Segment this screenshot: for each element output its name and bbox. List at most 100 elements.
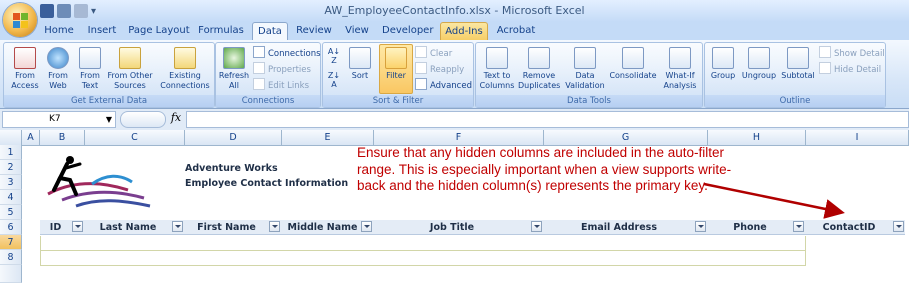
show-detail-icon [819,46,831,58]
sort-z-a-button[interactable]: Z↓ A [326,71,342,89]
remove-duplicates-label: Remove Duplicates [518,71,561,90]
from-access-button[interactable]: From Access [7,45,43,91]
advanced-filter-button[interactable]: Advanced [415,78,472,93]
filter-funnel-icon [385,47,407,69]
table-row[interactable] [40,251,806,266]
properties-label: Properties [268,65,311,75]
office-button[interactable] [3,3,37,37]
row-header-3[interactable]: 3 [0,175,22,190]
column-header-f[interactable]: F [374,130,544,145]
column-header-b[interactable]: B [40,130,85,145]
ungroup-button[interactable]: Ungroup [739,45,779,81]
row-header-2[interactable]: 2 [0,160,22,175]
office-logo-icon [13,13,20,20]
from-web-button[interactable]: From Web [42,45,74,91]
advanced-label: Advanced [430,81,472,91]
reapply-button[interactable]: Reapply [415,62,464,77]
header-cell-phone: Phone [708,220,806,235]
advanced-filter-icon [415,78,427,90]
column-header-i[interactable]: I [806,130,909,145]
column-header-c[interactable]: C [85,130,185,145]
tab-add-ins[interactable]: Add-Ins [440,22,488,41]
tab-view[interactable]: View [340,22,374,40]
text-to-columns-button[interactable]: Text to Columns [478,45,516,91]
header-label: Last Name [99,222,157,233]
tab-page-layout[interactable]: Page Layout [128,22,190,40]
existing-connections-button[interactable]: Existing Connections [159,45,211,91]
row-header-1[interactable]: 1 [0,145,22,160]
clear-filter-icon [415,46,427,58]
group-label: Connections [216,95,320,107]
consolidate-button[interactable]: Consolidate [608,45,658,81]
edit-links-button[interactable]: Edit Links [253,78,309,93]
properties-button[interactable]: Properties [253,62,311,77]
tab-acrobat[interactable]: Acrobat [494,22,538,40]
group-button[interactable]: Group [707,45,739,81]
filter-dropdown-icon[interactable] [531,221,542,232]
tab-insert[interactable]: Insert [82,22,122,40]
hide-detail-button[interactable]: Hide Detail [819,62,881,77]
refresh-all-button[interactable]: Refresh All [217,45,251,91]
filter-dropdown-icon[interactable] [361,221,372,232]
name-box[interactable]: K7 ▼ [2,111,116,128]
tab-data[interactable]: Data [252,22,288,41]
tab-review[interactable]: Review [294,22,334,40]
filter-dropdown-icon[interactable] [893,221,904,232]
subtotal-button[interactable]: Subtotal [779,45,817,81]
connections-button[interactable]: Connections [253,46,321,61]
row-header-4[interactable]: 4 [0,190,22,205]
select-all-corner[interactable] [0,130,22,145]
insert-function-icon[interactable]: fx [168,110,184,126]
row-header-5[interactable]: 5 [0,205,22,220]
group-label: Outline [705,95,885,107]
tab-developer[interactable]: Developer [382,22,433,40]
group-outline: Group Ungroup Subtotal Show Detail Hide … [704,42,886,108]
hide-detail-icon [819,62,831,74]
from-text-button[interactable]: From Text [74,45,106,91]
row-header-9[interactable] [0,265,22,283]
row-header-6[interactable]: 6 [0,220,22,235]
column-header-g[interactable]: G [544,130,708,145]
web-icon [47,47,69,69]
row-header-8[interactable]: 8 [0,250,22,265]
sort-descending-icon: Z↓ A [327,71,341,89]
properties-icon [253,62,265,74]
clear-filter-button[interactable]: Clear [415,46,452,61]
sort-button[interactable]: Sort [345,45,375,81]
company-title: Adventure Works Employee Contact Informa… [185,161,348,191]
from-access-label: From Access [11,71,39,90]
group-label: Group [710,71,736,80]
office-logo-icon-part [13,21,20,28]
remove-duplicates-button[interactable]: Remove Duplicates [518,45,560,91]
column-header-h[interactable]: H [708,130,806,145]
column-header-e[interactable]: E [282,130,374,145]
group-sort-filter: A↓ Z Z↓ A Sort Filter Clear Reapply Advanc… [322,42,474,108]
tab-home[interactable]: Home [40,22,78,40]
from-other-sources-button[interactable]: From Other Sources [104,45,156,91]
group-label: Sort & Filter [323,95,473,107]
formula-bar-divider-handle[interactable] [120,111,166,128]
header-cell-email-address: Email Address [544,220,708,235]
from-web-label: From Web [48,71,68,90]
filter-dropdown-icon[interactable] [172,221,183,232]
show-detail-button[interactable]: Show Detail [819,46,885,61]
formula-input[interactable] [186,111,909,128]
tab-formulas[interactable]: Formulas [196,22,246,40]
filter-dropdown-icon[interactable] [695,221,706,232]
filter-dropdown-icon[interactable] [269,221,280,232]
filter-button[interactable]: Filter [379,44,413,94]
table-row[interactable] [40,236,806,251]
sort-icon [349,47,371,69]
sort-a-z-button[interactable]: A↓ Z [326,47,342,65]
filter-dropdown-icon[interactable] [793,221,804,232]
data-validation-button[interactable]: Data Validation [564,45,606,91]
header-cell-contact-id: ContactID [806,220,906,235]
row-header-7[interactable]: 7 [0,235,22,250]
what-if-analysis-button[interactable]: What-If Analysis [660,45,700,91]
column-header-a[interactable]: A [22,130,40,145]
filter-dropdown-icon[interactable] [72,221,83,232]
column-header-d[interactable]: D [185,130,282,145]
header-cell-job-title: Job Title [374,220,544,235]
name-box-dropdown-icon[interactable]: ▼ [106,112,112,127]
adventure-works-logo [47,156,151,208]
